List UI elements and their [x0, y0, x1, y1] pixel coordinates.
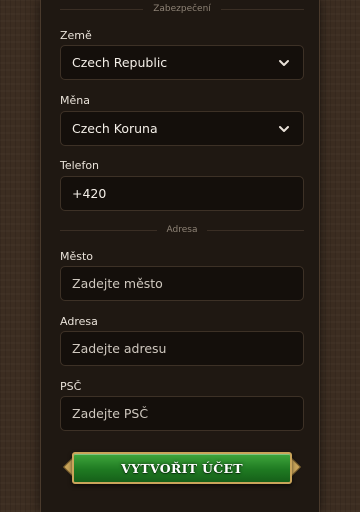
- create-account-button-face[interactable]: VYTVOŘIT ÚČET: [72, 452, 292, 484]
- address-label: Adresa: [60, 315, 98, 328]
- create-account-button[interactable]: VYTVOŘIT ÚČET: [63, 451, 301, 485]
- currency-value: Czech Koruna: [72, 121, 158, 136]
- city-placeholder: Zadejte město: [72, 276, 163, 291]
- phone-label: Telefon: [60, 159, 100, 172]
- zip-label: PSČ: [60, 380, 82, 393]
- city-label: Město: [60, 250, 94, 263]
- country-select[interactable]: Czech Republic: [60, 45, 304, 80]
- address-placeholder: Zadejte adresu: [72, 341, 167, 356]
- city-input[interactable]: Zadejte město: [60, 266, 304, 301]
- section-divider-address: Adresa: [60, 224, 304, 236]
- section-divider-security: Zabezpečení: [60, 3, 304, 15]
- phone-value: +420: [72, 186, 107, 201]
- address-input[interactable]: Zadejte adresu: [60, 331, 304, 366]
- zip-input[interactable]: Zadejte PSČ: [60, 396, 304, 431]
- chevron-down-icon: [279, 60, 289, 66]
- currency-select[interactable]: Czech Koruna: [60, 111, 304, 146]
- section-title-address: Adresa: [166, 225, 198, 235]
- zip-placeholder: Zadejte PSČ: [72, 406, 149, 421]
- chevron-down-icon: [279, 126, 289, 132]
- country-value: Czech Republic: [72, 55, 168, 70]
- currency-label: Měna: [60, 94, 90, 107]
- country-label: Země: [60, 29, 92, 42]
- create-account-button-label: VYTVOŘIT ÚČET: [121, 460, 243, 476]
- page-background: Zabezpečení Země Czech Republic Měna Cze…: [0, 0, 360, 512]
- section-title-security: Zabezpečení: [153, 4, 211, 14]
- phone-input[interactable]: +420: [60, 176, 304, 211]
